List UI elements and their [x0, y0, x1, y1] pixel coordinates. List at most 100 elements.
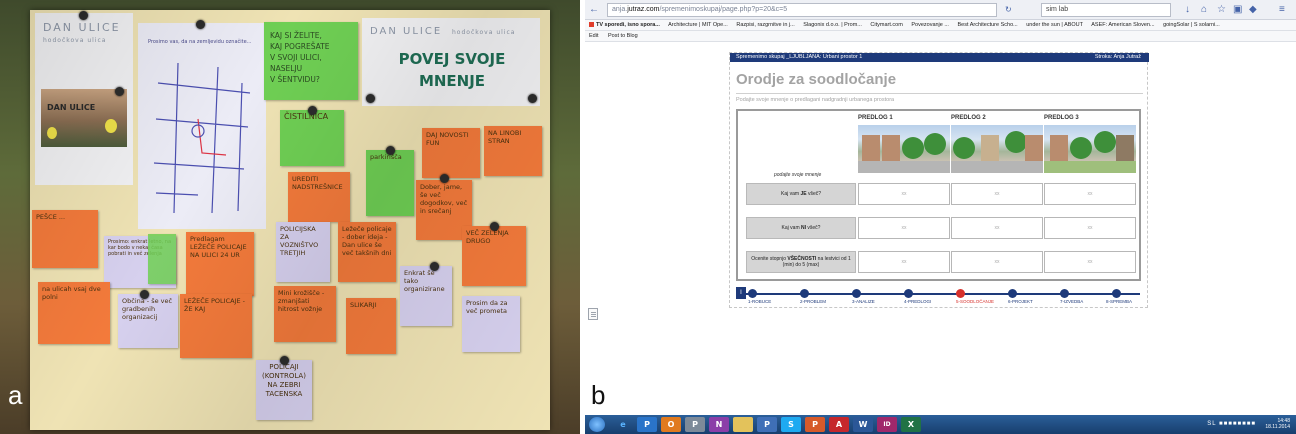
screenshot-icon[interactable]: ▣ [1233, 3, 1242, 17]
idea-board: DAN ULICE hodočkova ulica DAN ULICE Pros… [30, 10, 550, 430]
system-tray-icons[interactable]: SL ■■■■■■■■ [1207, 421, 1256, 427]
step-dot-4[interactable] [904, 289, 913, 298]
step-dot-6[interactable] [1008, 289, 1017, 298]
language-indicator[interactable]: SL [1207, 421, 1216, 427]
note-policijska: POLICIJSKA ZA VOZNIŠTVO TRETJIH [276, 222, 330, 282]
step-dot-8[interactable] [1112, 289, 1121, 298]
proposal-grid: PREDLOG 1 PREDLOG 2 PREDLOG 3 podajte sv… [736, 109, 1141, 281]
start-button-icon[interactable] [589, 417, 605, 432]
pin [386, 146, 395, 155]
indesign-icon[interactable]: ID [877, 417, 897, 432]
url-domain: jutraz.com [627, 6, 660, 13]
clock-date: 18.11.2014 [1265, 424, 1290, 430]
progress-start-marker[interactable]: I [736, 287, 746, 299]
onenote-icon[interactable]: N [709, 417, 729, 432]
step-label-3[interactable]: 3-ANALIZE [852, 299, 875, 304]
note-pesce: PEŠCE ... [32, 210, 98, 268]
street-map-sketch [153, 62, 251, 214]
note-urediti: UREDITI NADSTREŠNICE [288, 172, 350, 222]
balloon [105, 119, 117, 133]
step-label-2[interactable]: 2-PROBLEM [800, 299, 826, 304]
step-dot-7[interactable] [1060, 289, 1069, 298]
step-label-1[interactable]: 1-ROBUCE [748, 299, 771, 304]
acrobat-icon[interactable]: A [829, 417, 849, 432]
explorer-icon[interactable] [733, 417, 753, 432]
step-label-8[interactable]: 8-SPREMBA [1106, 299, 1132, 304]
poster-left-subtitle: hodočkova ulica [43, 37, 107, 44]
bookmark[interactable]: Best Architecture Scho... [957, 22, 1017, 28]
likes-input-3[interactable]: xx [1044, 183, 1136, 205]
document-icon[interactable] [588, 308, 598, 320]
note-mini: Mini krožišče - zmanjšati hitrost vožnje [274, 286, 336, 342]
page-subtitle: Podajte svoje mnenje o predlagani nadgra… [736, 97, 895, 103]
proposal-3-image[interactable] [1044, 125, 1136, 173]
url-path: /spremenimoskupaj/page.php?p=20&c=5 [659, 6, 788, 13]
step-dot-5[interactable] [956, 289, 965, 298]
dislikes-input-2[interactable]: xx [951, 217, 1043, 239]
balloon [47, 127, 57, 139]
opinion-hint: podajte svoje mnenje [774, 172, 822, 178]
dislikes-input-3[interactable]: xx [1044, 217, 1136, 239]
proposal-1-image[interactable] [858, 125, 950, 173]
back-icon[interactable]: ← [589, 3, 599, 17]
star-icon[interactable]: ☆ [1217, 3, 1226, 17]
pin [528, 94, 537, 103]
powerpoint-icon[interactable]: P [805, 417, 825, 432]
bookmark[interactable]: TV sporedi, isno spora... [589, 22, 660, 28]
street-photo: DAN ULICE [41, 89, 127, 147]
proposal-2-image[interactable] [951, 125, 1043, 173]
step-label-5[interactable]: 5-SOODLOČANJE [956, 299, 994, 304]
photoshop-icon[interactable]: P [685, 417, 705, 432]
download-icon[interactable]: ↓ [1185, 3, 1190, 17]
address-bar[interactable]: anja.jutraz.com/spremenimoskupaj/page.ph… [607, 3, 997, 17]
bookmark[interactable]: Citymart.com [870, 22, 902, 28]
dislikes-input-1[interactable]: xx [858, 217, 950, 239]
likes-input-1[interactable]: xx [858, 183, 950, 205]
page-header: Spremenimo skupaj _LJUBLJANA: Urbani pro… [730, 53, 1149, 62]
project-icon[interactable]: P [757, 417, 777, 432]
menu-icon[interactable]: ≡ [1279, 3, 1285, 17]
step-label-4[interactable]: 4-PREDLOGI [904, 299, 931, 304]
step-label-6[interactable]: 6-PROJEKT [1008, 299, 1033, 304]
bookmark[interactable]: Povezovanje ... [911, 22, 949, 28]
reload-icon[interactable]: ↻ [1005, 3, 1012, 17]
clock[interactable]: 14:48 18.11.2014 [1265, 418, 1290, 430]
likes-input-2[interactable]: xx [951, 183, 1043, 205]
bookmark[interactable]: Architecture | MIT Ope... [668, 22, 728, 28]
excel-icon[interactable]: X [901, 417, 921, 432]
shield-icon[interactable]: ◆ [1249, 3, 1257, 17]
browser-nav-bar: ← anja.jutraz.com/spremenimoskupaj/page.… [585, 0, 1296, 20]
note-enkrat: Enkrat še tako organizirane [400, 266, 452, 326]
step-dot-2[interactable] [800, 289, 809, 298]
pin [490, 222, 499, 231]
post-to-blog-button[interactable]: Post to Blog [608, 33, 638, 39]
bookmark[interactable]: Razpisi, razgrnitve in j... [736, 22, 794, 28]
rating-input-2[interactable]: xx [951, 251, 1043, 273]
step-label-7[interactable]: 7-IZVEDBA [1060, 299, 1083, 304]
skype-icon[interactable]: S [781, 417, 801, 432]
word-icon[interactable]: W [853, 417, 873, 432]
outlook-icon[interactable]: P [637, 417, 657, 432]
rating-input-3[interactable]: xx [1044, 251, 1136, 273]
page-content: Spremenimo skupaj _LJUBLJANA: Urbani pro… [729, 52, 1149, 308]
note-policaji: POLICAJI (KONTROLA) NA ZEBRI TACENSKA [256, 360, 312, 420]
bookmark[interactable]: Slagonix d.o.o. | Prom... [803, 22, 862, 28]
poster-right-headline-1: POVEJ SVOJE [398, 50, 506, 68]
pin [280, 356, 289, 365]
step-dot-3[interactable] [852, 289, 861, 298]
pin [308, 106, 317, 115]
note-predlagam: Predlagam LEŽEČE POLICAJE NA ULICI 24 UR [186, 232, 254, 296]
bookmark[interactable]: ASEF: American Sloven... [1091, 22, 1154, 28]
firefox-icon[interactable]: O [661, 417, 681, 432]
internet-explorer-icon[interactable]: e [613, 417, 633, 432]
rating-input-1[interactable]: xx [858, 251, 950, 273]
edit-button[interactable]: Edit [589, 33, 598, 39]
search-box[interactable]: sim lab [1041, 3, 1171, 17]
home-icon[interactable]: ⌂ [1201, 3, 1207, 17]
note-roza: Prosim da za več prometa [462, 296, 520, 352]
step-dot-1[interactable] [748, 289, 757, 298]
pin [430, 262, 439, 271]
bookmark[interactable]: goingSolar | S solarni... [1163, 22, 1220, 28]
note-prosimo-tab [148, 234, 176, 284]
bookmark[interactable]: under the sun | ABOUT [1026, 22, 1083, 28]
